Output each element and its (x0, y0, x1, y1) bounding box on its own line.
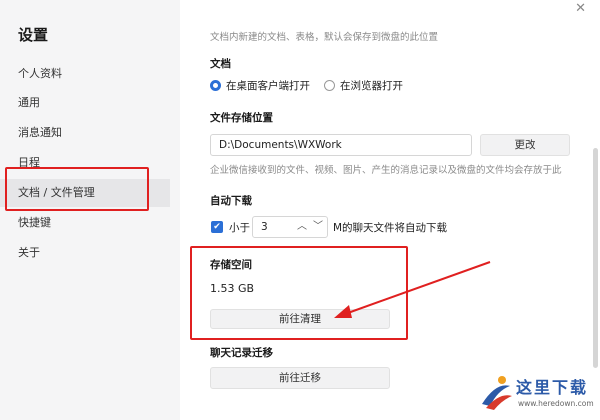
annotation-arrow (334, 261, 491, 318)
watermark-url: www.heredown.com (518, 399, 594, 408)
watermark: 这里下载 www.heredown.com (474, 368, 594, 416)
watermark-logo-icon (482, 376, 512, 410)
watermark-text: 这里下载 (516, 378, 589, 397)
